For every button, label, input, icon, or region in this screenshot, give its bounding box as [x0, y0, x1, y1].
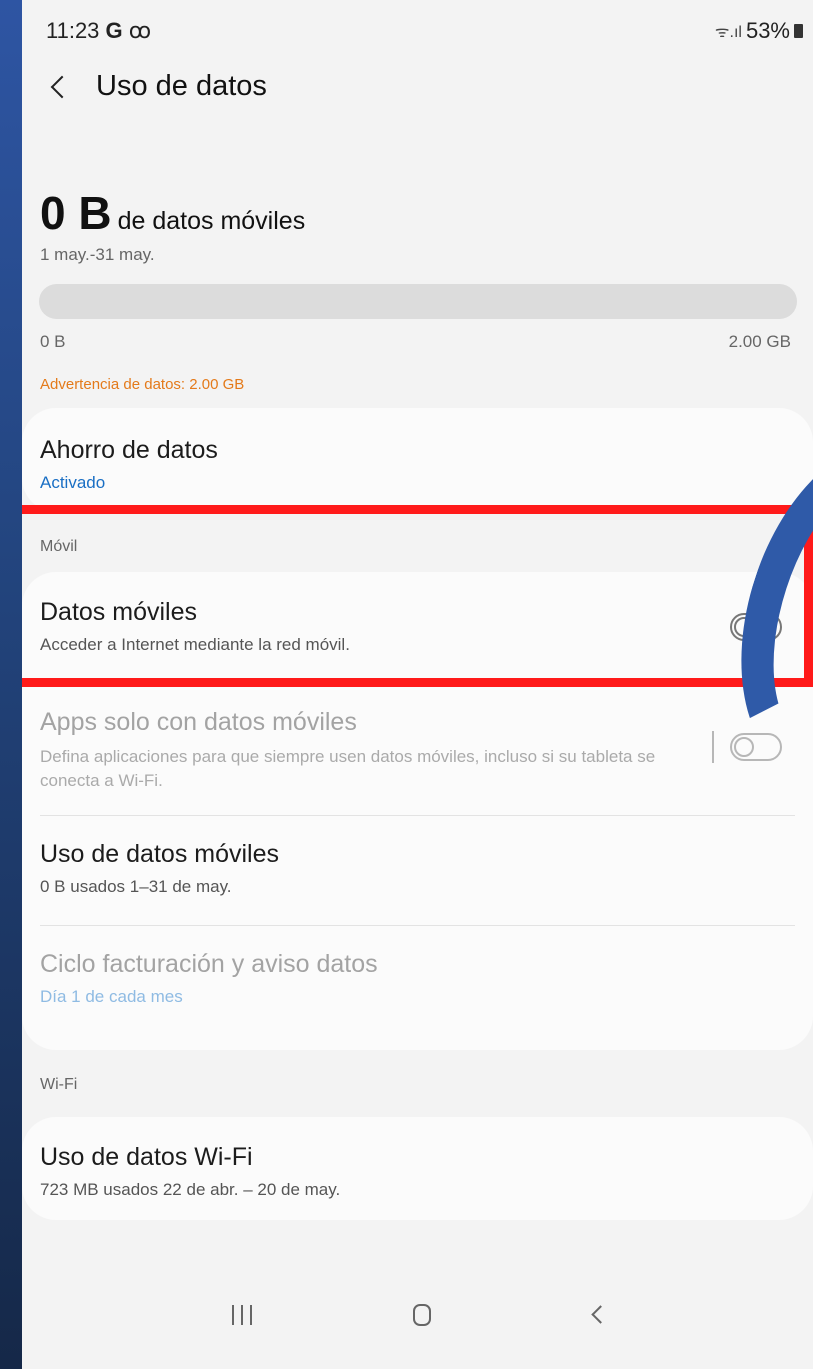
data-saver-card[interactable]: Ahorro de datos Activado	[22, 408, 813, 512]
apps-only-mobile-toggle[interactable]	[730, 733, 782, 761]
toggle-knob	[734, 617, 754, 637]
toggle-divider	[712, 731, 714, 763]
billing-cycle-subtitle: Día 1 de cada mes	[40, 987, 183, 1006]
data-saver-item[interactable]: Ahorro de datos Activado	[40, 436, 793, 493]
clock: 11:23	[46, 18, 100, 43]
apps-only-mobile-subtitle: Defina aplicaciones para que siempre use…	[40, 747, 656, 790]
phone-screen: 11:23 G ꝏ ᯤ.ıl 53% Uso de datos 0 B de d…	[22, 0, 813, 1369]
usage-progress-bar	[39, 284, 797, 319]
status-bar-right: ᯤ.ıl 53%	[715, 18, 803, 44]
signal-icon: ᯤ.ıl	[714, 24, 742, 41]
billing-cycle-item[interactable]: Ciclo facturación y aviso datos Día 1 de…	[40, 950, 793, 1007]
mobile-data-item[interactable]: Datos móviles Acceder a Internet mediant…	[40, 598, 793, 655]
usage-bar-max-label: 2.00 GB	[728, 332, 791, 351]
battery-level: 53%	[745, 18, 790, 43]
toggle-knob	[734, 737, 754, 757]
usage-suffix: de datos móviles	[117, 207, 306, 235]
mobile-data-toggle[interactable]	[730, 613, 782, 641]
section-label-mobile: Móvil	[40, 538, 78, 555]
mobile-usage-title: Uso de datos móviles	[40, 840, 280, 868]
apps-only-mobile-title: Apps solo con datos móviles	[40, 708, 357, 736]
section-label-wifi: Wi-Fi	[40, 1076, 78, 1093]
wifi-card: Uso de datos Wi-Fi 723 MB usados 22 de a…	[22, 1117, 813, 1220]
divider	[40, 925, 795, 926]
data-saver-status: Activado	[40, 473, 106, 492]
usage-summary: 0 B de datos móviles	[40, 186, 305, 240]
mobile-usage-subtitle: 0 B usados 1–31 de may.	[40, 877, 232, 896]
usage-period: 1 may.-31 may.	[40, 245, 155, 264]
app-header: Uso de datos	[46, 70, 267, 103]
left-edge-decoration	[0, 0, 22, 1369]
wifi-usage-title: Uso de datos Wi-Fi	[40, 1143, 253, 1171]
status-bar-left: 11:23 G ꝏ	[46, 18, 151, 44]
data-saver-title: Ahorro de datos	[40, 436, 218, 464]
google-icon: G	[105, 18, 123, 43]
usage-bar-min-label: 0 B	[40, 332, 66, 351]
voicemail-icon: ꝏ	[128, 18, 152, 43]
mobile-data-subtitle: Acceder a Internet mediante la red móvil…	[40, 635, 350, 654]
divider	[40, 815, 795, 816]
wifi-usage-subtitle: 723 MB usados 22 de abr. – 20 de may.	[40, 1180, 341, 1199]
billing-cycle-title: Ciclo facturación y aviso datos	[40, 950, 378, 978]
apps-only-mobile-item[interactable]: Apps solo con datos móviles Defina aplic…	[40, 708, 683, 793]
data-warning-label: Advertencia de datos: 2.00 GB	[40, 376, 245, 393]
wifi-usage-item[interactable]: Uso de datos Wi-Fi 723 MB usados 22 de a…	[40, 1143, 793, 1200]
mobile-usage-item[interactable]: Uso de datos móviles 0 B usados 1–31 de …	[40, 840, 793, 897]
back-arrow-icon[interactable]	[50, 75, 74, 98]
home-icon[interactable]	[413, 1304, 431, 1326]
page-title: Uso de datos	[96, 70, 267, 102]
navigation-bar	[22, 1285, 813, 1369]
battery-icon	[794, 24, 803, 38]
recent-apps-icon[interactable]	[232, 1305, 252, 1325]
mobile-data-title: Datos móviles	[40, 598, 197, 626]
nav-back-icon[interactable]	[591, 1305, 610, 1324]
usage-value: 0 B	[40, 187, 112, 239]
